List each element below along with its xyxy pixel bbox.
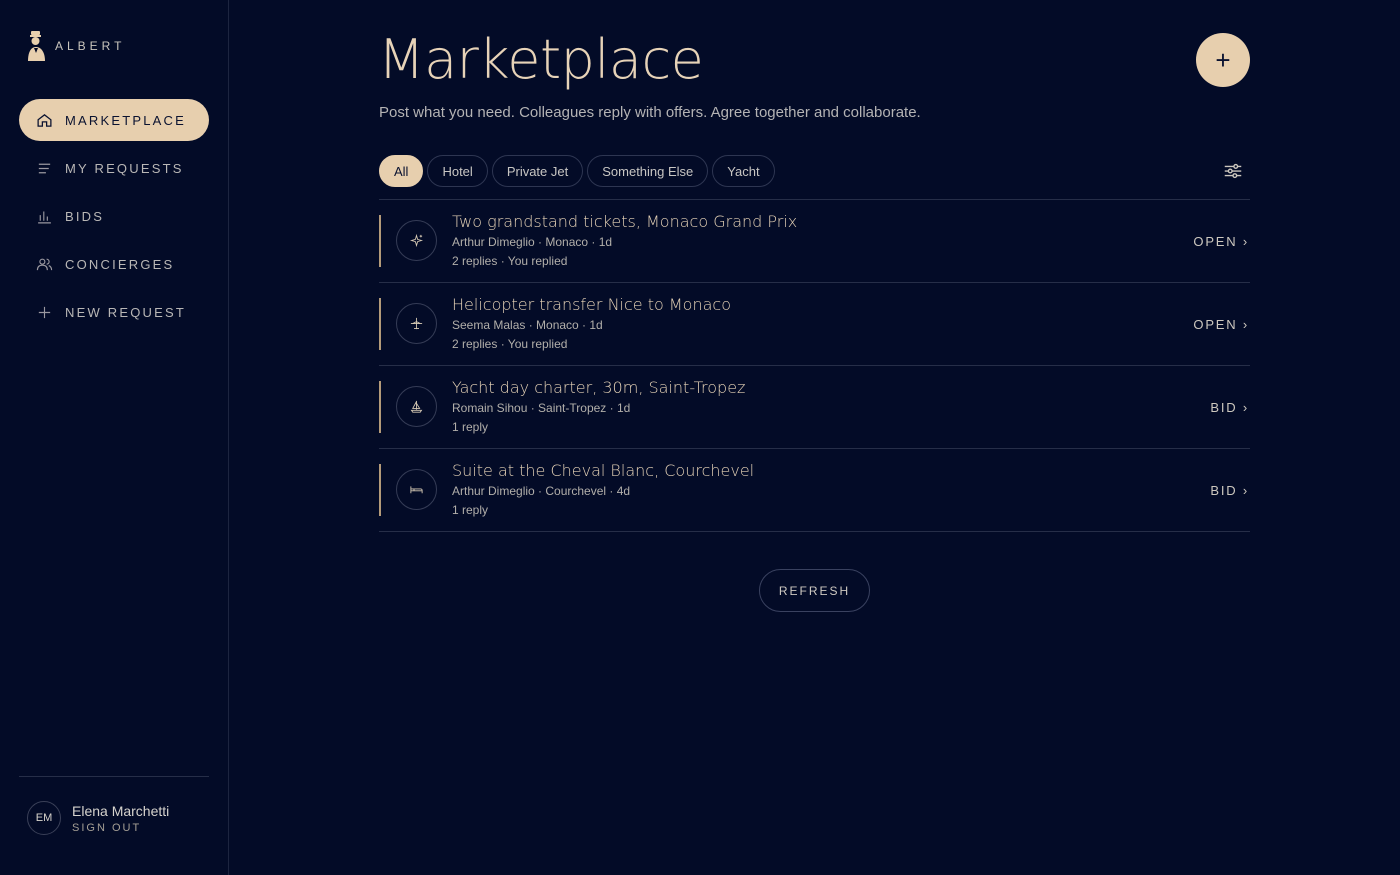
brand-logo[interactable]: ALBERT [26,30,125,62]
status-badge[interactable]: OPEN › [1193,234,1249,249]
plane-icon [396,303,437,344]
status-badge[interactable]: BID › [1210,400,1249,415]
bed-icon [396,469,437,510]
sidebar-item-bids[interactable]: BIDS [19,195,209,237]
request-title: Yacht day charter, 30m, Saint-Tropez [452,378,746,397]
sidebar-item-marketplace[interactable]: MARKETPLACE [19,99,209,141]
row-accent-bar [379,215,381,267]
user-name: Elena Marchetti [72,802,170,819]
request-meta: Romain Sihou · Saint-Tropez · 1d [452,401,631,415]
request-row[interactable]: Two grandstand tickets, Monaco Grand Pri… [379,200,1250,283]
request-title: Two grandstand tickets, Monaco Grand Pri… [452,212,798,231]
filter-chip-all[interactable]: All [379,155,424,187]
request-meta: Seema Malas · Monaco · 1d [452,318,603,332]
status-badge[interactable]: OPEN › [1193,317,1249,332]
sailboat-icon [396,386,437,427]
home-icon [35,111,53,129]
plus-icon [35,303,53,321]
sparkle-icon [396,220,437,261]
users-icon [35,255,53,273]
filter-chip-something-else[interactable]: Something Else [587,155,709,187]
filter-chip-yacht[interactable]: Yacht [712,155,775,187]
request-title: Suite at the Cheval Blanc, Courchevel [452,461,755,480]
request-title: Helicopter transfer Nice to Monaco [452,295,731,314]
sign-out-link[interactable]: SIGN OUT [72,822,169,834]
sidebar-item-label: BIDS [65,208,105,224]
page-title: Marketplace [378,28,704,91]
request-row[interactable]: Suite at the Cheval Blanc, Courchevel Ar… [379,449,1250,532]
sidebar-divider [19,776,209,777]
status-badge[interactable]: BID › [1210,483,1249,498]
request-replies: 2 replies · You replied [452,254,568,268]
sidebar-item-new-request[interactable]: NEW REQUEST [19,291,209,333]
page-subtitle: Post what you need. Colleagues reply wit… [379,104,921,121]
user-profile: EM Elena Marchetti SIGN OUT [27,801,169,835]
sidebar-item-label: MARKETPLACE [65,112,187,128]
sidebar-item-label: CONCIERGES [65,256,175,272]
sidebar-item-concierges[interactable]: CONCIERGES [19,243,209,285]
filter-settings-button[interactable] [1222,160,1244,182]
refresh-button[interactable]: REFRESH [759,569,870,612]
filter-chips: All Hotel Private Jet Something Else Yac… [379,155,779,187]
request-meta: Arthur Dimeglio · Courchevel · 4d [452,484,631,498]
bar-chart-icon [35,207,53,225]
sidebar: ALBERT MARKETPLACE MY REQUESTS BIDS CONC… [0,0,229,875]
filter-chip-private-jet[interactable]: Private Jet [491,155,584,187]
brand-name: ALBERT [55,39,126,53]
filter-chip-hotel[interactable]: Hotel [427,155,488,187]
butler-logo-icon [28,31,45,61]
row-accent-bar [379,298,381,350]
add-request-button[interactable]: + [1196,33,1250,87]
sidebar-nav: MARKETPLACE MY REQUESTS BIDS CONCIERGES … [19,99,209,339]
sliders-icon [1224,163,1242,179]
request-list: Two grandstand tickets, Monaco Grand Pri… [379,199,1250,532]
sidebar-item-label: NEW REQUEST [65,304,186,320]
request-row[interactable]: Helicopter transfer Nice to Monaco Seema… [379,283,1250,366]
request-replies: 2 replies · You replied [452,337,568,351]
sidebar-item-my-requests[interactable]: MY REQUESTS [19,147,209,189]
avatar[interactable]: EM [27,801,61,835]
request-replies: 1 reply [452,503,489,517]
sidebar-item-label: MY REQUESTS [65,160,184,176]
request-replies: 1 reply [452,420,489,434]
row-accent-bar [379,464,381,516]
list-icon [35,159,53,177]
request-row[interactable]: Yacht day charter, 30m, Saint-Tropez Rom… [379,366,1250,449]
row-accent-bar [379,381,381,433]
request-meta: Arthur Dimeglio · Monaco · 1d [452,235,613,249]
